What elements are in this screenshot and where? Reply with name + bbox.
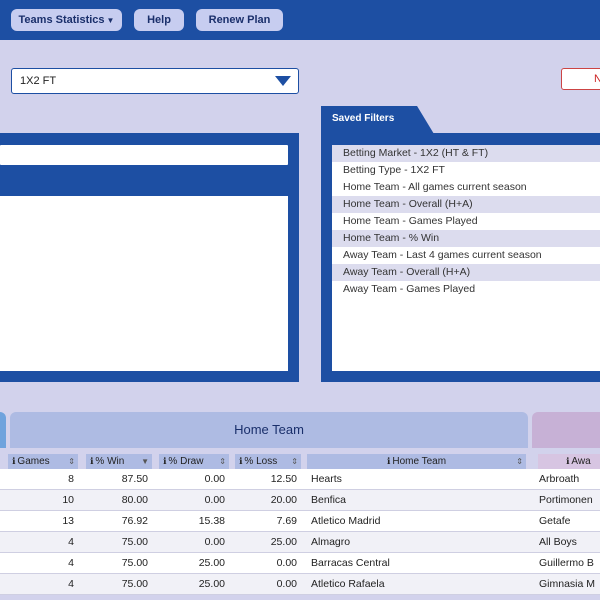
cell-win: 87.50 xyxy=(121,473,148,485)
cell-home-team[interactable]: Almagro xyxy=(311,532,526,553)
cell-win: 75.00 xyxy=(121,536,148,548)
saved-filter-item[interactable]: Home Team - All games current season xyxy=(332,179,600,196)
cell-win: 76.92 xyxy=(121,515,148,527)
header-draw-label: % Draw xyxy=(168,456,204,467)
betting-type-select[interactable]: 1X2 FT xyxy=(11,68,299,94)
sort-desc-icon: ▼ xyxy=(141,457,149,466)
cell-draw: 25.00 xyxy=(198,557,225,569)
cell-away-team[interactable]: Getafe xyxy=(539,511,600,532)
info-icon: ℹ xyxy=(566,456,570,466)
cell-games: 4 xyxy=(68,536,74,548)
saved-filter-item[interactable]: Home Team - Games Played xyxy=(332,213,600,230)
header-home-team[interactable]: ℹ Home Team ⇕ xyxy=(307,454,526,469)
header-home-team-label: Home Team xyxy=(392,456,447,467)
cell-loss: 0.00 xyxy=(276,557,297,569)
n-button[interactable]: N xyxy=(561,68,600,90)
renew-plan-label: Renew Plan xyxy=(208,14,271,26)
info-icon: ℹ xyxy=(386,456,391,466)
table-row[interactable]: 10 80.00 0.00 20.00 Benfica Portimonen xyxy=(0,490,600,511)
table-row[interactable]: 4 75.00 25.00 0.00 Barracas Central Guil… xyxy=(0,553,600,574)
renew-plan-button[interactable]: Renew Plan xyxy=(196,9,283,31)
filter-name-input[interactable] xyxy=(0,145,288,165)
saved-filter-item[interactable]: Away Team - Overall (H+A) xyxy=(332,264,600,281)
saved-filter-item[interactable]: Away Team - Games Played xyxy=(332,281,600,298)
cell-away-team[interactable]: Arbroath xyxy=(539,469,600,490)
home-team-section-bar: Home Team xyxy=(10,412,528,448)
cell-away-team[interactable]: Guillermo B xyxy=(539,553,600,574)
info-icon: ℹ xyxy=(239,456,243,466)
betting-type-value: 1X2 FT xyxy=(20,75,57,87)
away-team-section-bar xyxy=(532,412,600,448)
cell-win: 80.00 xyxy=(121,494,148,506)
teams-statistics-button[interactable]: Teams Statistics ▼ xyxy=(11,9,122,31)
header-draw[interactable]: ℹ% Draw ⇕ xyxy=(159,454,229,469)
header-win[interactable]: ℹ% Win ▼ xyxy=(86,454,152,469)
cell-away-team[interactable]: Gimnasia M xyxy=(539,574,600,595)
saved-filter-item[interactable]: Home Team - % Win xyxy=(332,230,600,247)
header-loss-label: % Loss xyxy=(244,456,278,467)
cell-draw: 0.00 xyxy=(204,494,225,506)
saved-filters-list[interactable]: Betting Market - 1X2 (HT & FT) Betting T… xyxy=(332,145,600,371)
caret-down-icon: ▼ xyxy=(106,16,115,25)
cell-away-team[interactable]: All Boys xyxy=(539,532,600,553)
saved-filters-title: Saved Filters xyxy=(332,113,395,124)
top-nav-bar: Teams Statistics ▼ Help Renew Plan xyxy=(0,0,600,40)
cell-home-team[interactable]: Atletico Madrid xyxy=(311,511,526,532)
saved-filter-item[interactable]: Betting Type - 1X2 FT xyxy=(332,162,600,179)
header-games-label: Games xyxy=(17,456,50,467)
teams-statistics-label: Teams Statistics xyxy=(18,14,105,26)
cell-games: 4 xyxy=(68,557,74,569)
sort-icon: ⇕ xyxy=(291,457,298,466)
filter-panel xyxy=(0,133,299,382)
cell-loss: 25.00 xyxy=(270,536,297,548)
cell-draw: 0.00 xyxy=(204,473,225,485)
filter-details-area[interactable] xyxy=(0,196,288,371)
info-icon: ℹ xyxy=(163,456,167,466)
cell-loss: 12.50 xyxy=(270,473,297,485)
cell-games: 10 xyxy=(62,494,74,506)
cell-games: 13 xyxy=(62,515,74,527)
cell-loss: 7.69 xyxy=(276,515,297,527)
dropdown-arrow-icon xyxy=(275,76,291,86)
header-win-label: % Win xyxy=(95,456,125,467)
saved-filter-item[interactable]: Away Team - Last 4 games current season xyxy=(332,247,600,264)
table-row[interactable]: 4 75.00 25.00 0.00 Atletico Rafaela Gimn… xyxy=(0,574,600,595)
cell-draw: 0.00 xyxy=(204,536,225,548)
saved-filter-item[interactable]: Betting Market - 1X2 (HT & FT) xyxy=(332,145,600,162)
sort-icon: ⇕ xyxy=(68,457,75,466)
cell-home-team[interactable]: Barracas Central xyxy=(311,553,526,574)
home-team-section-title: Home Team xyxy=(234,422,304,437)
sort-icon: ⇕ xyxy=(219,457,226,466)
help-button[interactable]: Help xyxy=(134,9,184,31)
header-away-team[interactable]: ℹ Awa xyxy=(538,454,600,469)
cell-home-team[interactable]: Atletico Rafaela xyxy=(311,574,526,595)
cell-games: 8 xyxy=(68,473,74,485)
info-icon: ℹ xyxy=(90,456,94,466)
n-button-label: N xyxy=(594,73,600,85)
saved-filters-panel: Betting Market - 1X2 (HT & FT) Betting T… xyxy=(321,133,600,382)
header-loss[interactable]: ℹ% Loss ⇕ xyxy=(235,454,301,469)
header-away-team-label: Awa xyxy=(571,456,591,467)
sort-icon: ⇕ xyxy=(516,457,523,466)
cell-loss: 0.00 xyxy=(276,578,297,590)
info-icon: ℹ xyxy=(12,456,16,466)
cell-draw: 15.38 xyxy=(198,515,225,527)
left-section-bar xyxy=(0,412,6,448)
header-games[interactable]: ℹ Games ⇕ xyxy=(8,454,78,469)
help-label: Help xyxy=(147,14,171,26)
cell-win: 75.00 xyxy=(121,557,148,569)
table-row[interactable]: 4 75.00 0.00 25.00 Almagro All Boys xyxy=(0,532,600,553)
cell-home-team[interactable]: Benfica xyxy=(311,490,526,511)
cell-loss: 20.00 xyxy=(270,494,297,506)
cell-draw: 25.00 xyxy=(198,578,225,590)
cell-win: 75.00 xyxy=(121,578,148,590)
cell-home-team[interactable]: Hearts xyxy=(311,469,526,490)
table-row[interactable]: 13 76.92 15.38 7.69 Atletico Madrid Geta… xyxy=(0,511,600,532)
cell-games: 4 xyxy=(68,578,74,590)
saved-filter-item[interactable]: Home Team - Overall (H+A) xyxy=(332,196,600,213)
cell-away-team[interactable]: Portimonen xyxy=(539,490,600,511)
table-row[interactable]: 8 87.50 0.00 12.50 Hearts Arbroath xyxy=(0,469,600,490)
saved-filters-tab[interactable]: Saved Filters xyxy=(321,106,434,134)
